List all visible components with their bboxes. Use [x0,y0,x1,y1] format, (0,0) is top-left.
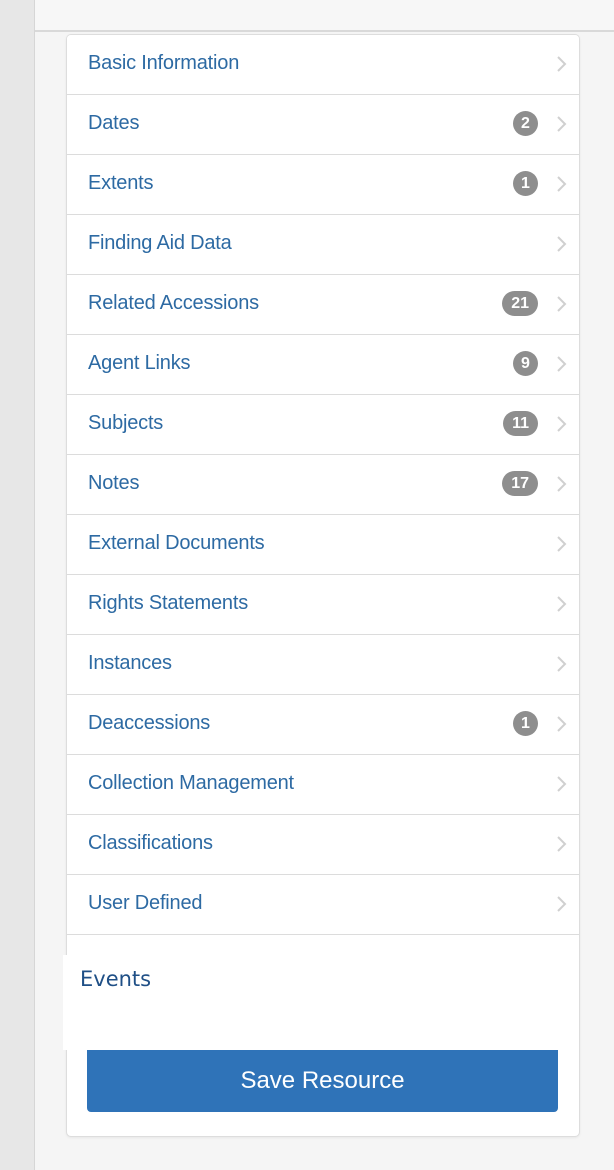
events-label: Events [80,967,152,991]
nav-item-label: Rights Statements [88,592,249,614]
chevron-right-icon [557,56,567,72]
nav-item-collection-management[interactable]: Collection Management [67,755,579,815]
chevron-right-icon [557,896,567,912]
count-badge: 1 [513,711,538,736]
count-badge: 21 [502,291,538,316]
nav-item-label: Collection Management [88,772,294,794]
nav-item-label: Instances [88,652,172,674]
page: Basic Information Dates 2 Extents 1 Finding A… [0,0,614,1170]
nav-item-notes[interactable]: Notes 17 [67,455,579,515]
count-badge: 2 [513,111,538,136]
nav-item-related-accessions[interactable]: Related Accessions 21 [67,275,579,335]
nav-item-subjects[interactable]: Subjects 11 [67,395,579,455]
nav-item-label: Subjects [88,412,164,434]
nav-item-label: Finding Aid Data [88,232,232,254]
nav-item-user-defined[interactable]: User Defined [67,875,579,935]
chevron-right-icon [557,296,567,312]
chevron-right-icon [557,116,567,132]
count-badge: 17 [502,471,538,496]
chevron-right-icon [557,356,567,372]
nav-item-label: Basic Information [88,52,240,74]
nav-item-deaccessions[interactable]: Deaccessions 1 [67,695,579,755]
count-badge: 9 [513,351,538,376]
chevron-right-icon [557,176,567,192]
nav-item-label: Classifications [88,832,213,854]
count-badge: 1 [513,171,538,196]
nav-item-rights-statements[interactable]: Rights Statements [67,575,579,635]
count-badge: 11 [503,411,538,436]
nav-item-finding-aid-data[interactable]: Finding Aid Data [67,215,579,275]
nav-item-label: Notes [88,472,140,494]
chevron-right-icon [557,236,567,252]
chevron-right-icon [557,536,567,552]
nav-item-label: User Defined [88,892,203,914]
chevron-right-icon [557,776,567,792]
chevron-right-icon [557,656,567,672]
nav-item-extents[interactable]: Extents 1 [67,155,579,215]
nav-item-label: Related Accessions [88,292,259,314]
nav-item-label: Extents [88,172,154,194]
events-item[interactable]: Events [63,955,567,1050]
chevron-right-icon [557,836,567,852]
nav-item-external-documents[interactable]: External Documents [67,515,579,575]
nav-item-label: Dates [88,112,140,134]
left-gutter [0,0,35,1170]
nav-item-instances[interactable]: Instances [67,635,579,695]
top-header-strip [35,0,614,32]
nav-item-classifications[interactable]: Classifications [67,815,579,875]
resource-nav-list: Basic Information Dates 2 Extents 1 Finding A… [67,35,579,935]
nav-item-label: External Documents [88,532,265,554]
nav-item-dates[interactable]: Dates 2 [67,95,579,155]
nav-item-label: Agent Links [88,352,191,374]
nav-item-basic-information[interactable]: Basic Information [67,35,579,95]
chevron-right-icon [557,596,567,612]
nav-item-agent-links[interactable]: Agent Links 9 [67,335,579,395]
save-resource-button[interactable]: Save Resource [87,1050,558,1112]
nav-item-label: Deaccessions [88,712,211,734]
chevron-right-icon [557,476,567,492]
chevron-right-icon [557,716,567,732]
chevron-right-icon [557,416,567,432]
